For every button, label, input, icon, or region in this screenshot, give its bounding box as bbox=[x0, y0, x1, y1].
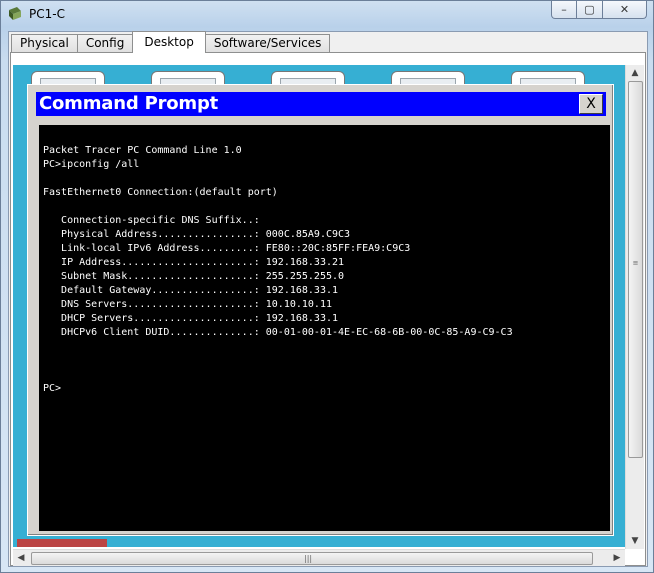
terminal-line: Packet Tracer PC Command Line 1.0 bbox=[43, 145, 242, 156]
scroll-right-icon[interactable]: ▶ bbox=[609, 550, 625, 566]
scroll-up-icon[interactable]: ▲ bbox=[626, 65, 644, 81]
command-prompt-titlebar[interactable]: Command Prompt X bbox=[36, 92, 606, 116]
terminal-line: Connection-specific DNS Suffix..: bbox=[43, 215, 260, 226]
terminal-line: FastEthernet0 Connection:(default port) bbox=[43, 187, 278, 198]
tab-desktop[interactable]: Desktop bbox=[132, 31, 206, 53]
terminal-line: Subnet Mask.....................: 255.25… bbox=[43, 271, 345, 282]
tab-config[interactable]: Config bbox=[76, 34, 134, 52]
terminal-line: DNS Servers.....................: 10.10.… bbox=[43, 299, 332, 310]
vertical-scroll-thumb[interactable]: ≡ bbox=[628, 81, 643, 458]
command-prompt-title: Command Prompt bbox=[39, 93, 219, 114]
close-icon: ✕ bbox=[619, 3, 630, 16]
terminal-output: Packet Tracer PC Command Line 1.0 PC>ipc… bbox=[43, 144, 513, 396]
tab-software-services[interactable]: Software/Services bbox=[204, 34, 331, 52]
horizontal-scrollbar[interactable]: ◀ ||| ▶ bbox=[13, 549, 625, 566]
scroll-down-icon[interactable]: ▼ bbox=[626, 533, 644, 549]
command-prompt-close-button[interactable]: X bbox=[579, 94, 603, 114]
terminal-line: DHCPv6 Client DUID..............: 00-01-… bbox=[43, 327, 513, 338]
terminal-line: PC> bbox=[43, 383, 62, 394]
horizontal-scroll-thumb[interactable]: ||| bbox=[31, 552, 593, 565]
maximize-icon: ▢ bbox=[584, 3, 595, 16]
terminal-line: IP Address......................: 192.16… bbox=[43, 257, 345, 268]
desktop-app-icon-partial bbox=[17, 539, 107, 547]
close-button[interactable]: ✕ bbox=[603, 1, 647, 19]
terminal-line: DHCP Servers....................: 192.16… bbox=[43, 313, 339, 324]
window-controls: – ▢ ✕ bbox=[551, 1, 647, 21]
tab-physical[interactable]: Physical bbox=[11, 34, 78, 52]
window-titlebar[interactable]: PC1-C – ▢ ✕ bbox=[1, 1, 653, 29]
terminal-line: PC>ipconfig /all bbox=[43, 159, 140, 170]
terminal[interactable]: Packet Tracer PC Command Line 1.0 PC>ipc… bbox=[39, 125, 610, 531]
scroll-left-icon[interactable]: ◀ bbox=[13, 550, 29, 566]
packet-tracer-app-icon bbox=[9, 7, 21, 20]
window-title: PC1-C bbox=[29, 7, 65, 21]
terminal-line: Physical Address................: 000C.8… bbox=[43, 229, 351, 240]
terminal-line: Default Gateway.................: 192.16… bbox=[43, 285, 339, 296]
terminal-line: Link-local IPv6 Address.........: FE80::… bbox=[43, 243, 411, 254]
maximize-button[interactable]: ▢ bbox=[577, 1, 603, 19]
minimize-button[interactable]: – bbox=[551, 1, 577, 19]
vertical-scrollbar[interactable]: ▲ ≡ ▼ bbox=[625, 65, 644, 549]
minimize-icon: – bbox=[561, 3, 567, 16]
pc-window: PC1-C – ▢ ✕ Physical Config Desktop Soft… bbox=[0, 0, 654, 573]
command-prompt-window: Command Prompt X Packet Tracer PC Comman… bbox=[27, 84, 614, 536]
tab-bar: Physical Config Desktop Software/Service… bbox=[11, 31, 331, 53]
